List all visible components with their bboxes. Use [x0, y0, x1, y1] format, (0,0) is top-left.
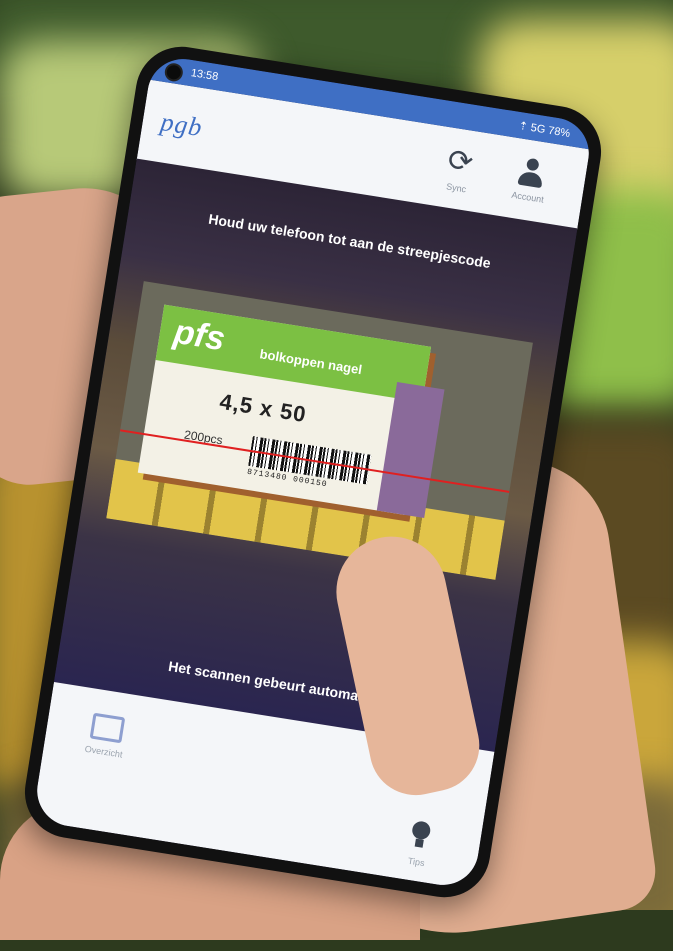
front-camera [163, 62, 185, 83]
person-icon [516, 157, 546, 191]
account-button[interactable]: Account [491, 153, 569, 208]
overview-button[interactable]: Overzicht [62, 710, 139, 834]
camera-view[interactable]: Houd uw telefoon tot aan de streepjescod… [53, 158, 578, 752]
account-label: Account [510, 189, 545, 205]
refresh-label: Sync [445, 181, 467, 195]
refresh-button[interactable]: ⟳ Sync [420, 140, 499, 199]
product-size: 4,5 x 50 [217, 388, 309, 428]
product-label-band: pfs bolkoppen nagel [155, 304, 432, 403]
product-brand: pfs [171, 312, 228, 359]
refresh-icon: ⟳ [445, 143, 476, 180]
product-side-panel [376, 382, 445, 518]
lightbulb-icon [407, 820, 433, 853]
scan-viewfinder: pfs bolkoppen nagel 4,5 x 50 200pcs 8713… [106, 281, 533, 580]
product-subtitle: bolkoppen nagel [258, 346, 364, 378]
screen-icon [89, 712, 126, 744]
tips-label: Tips [407, 855, 426, 869]
status-indicators: ⇡ 5G 78% [517, 119, 572, 140]
overview-label: Overzicht [84, 743, 124, 760]
tips-button[interactable]: Tips [384, 817, 453, 886]
